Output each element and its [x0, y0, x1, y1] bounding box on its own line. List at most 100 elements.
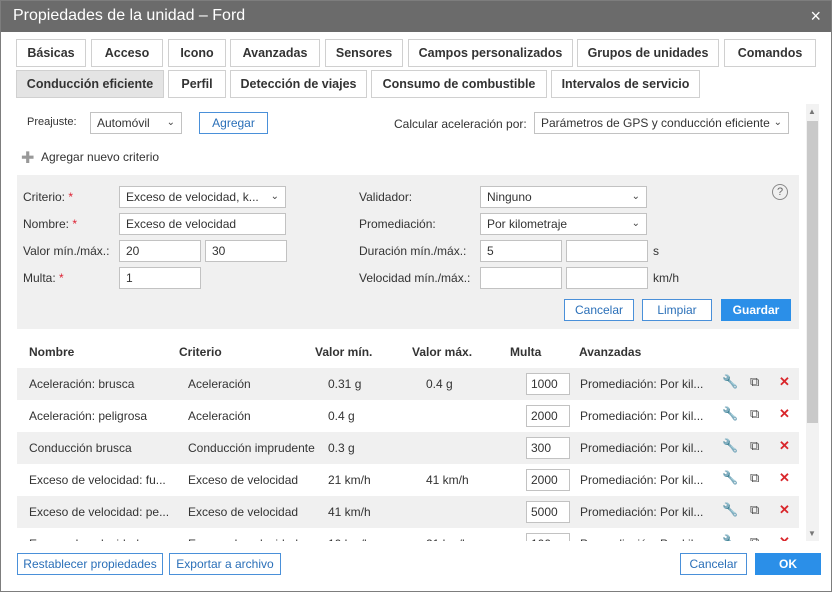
- content-scrollbar[interactable]: ▲ ▼: [806, 104, 819, 541]
- chevron-down-icon: ⌄: [270, 191, 279, 202]
- tab-grupos-de-unidades[interactable]: Grupos de unidades: [577, 39, 719, 67]
- reset-properties-button[interactable]: Restablecer propiedades: [17, 553, 163, 575]
- tab-avanzadas[interactable]: Avanzadas: [230, 39, 320, 67]
- min-value-input[interactable]: 20: [119, 240, 201, 262]
- tab-conduccion-eficiente[interactable]: Conducción eficiente: [16, 70, 164, 98]
- copy-icon[interactable]: ⧉: [750, 406, 759, 422]
- wrench-icon[interactable]: 🔧: [722, 502, 738, 518]
- row-fine-input[interactable]: 1000: [526, 373, 570, 395]
- speed-max-input[interactable]: [566, 267, 648, 289]
- row-advanced: Promediación: Por kil...: [580, 537, 710, 541]
- row-name: Conducción brusca: [29, 441, 132, 455]
- dialog-title: Propiedades de la unidad – Ford: [13, 7, 246, 24]
- validator-label: Validador:: [359, 190, 413, 204]
- speed-label: Velocidad mín./máx.:: [359, 271, 471, 285]
- form-clear-button[interactable]: Limpiar: [642, 299, 712, 321]
- eco-driving-content: Preajuste: Automóvil ⌄ Agregar Calcular …: [17, 104, 803, 541]
- fine-input[interactable]: 1: [119, 267, 201, 289]
- table-row[interactable]: Conducción brusca Conducción imprudente 0.…: [17, 432, 799, 464]
- col-avanzadas[interactable]: Avanzadas: [579, 345, 641, 359]
- row-min: 0.4 g: [328, 409, 355, 423]
- name-input[interactable]: Exceso de velocidad: [119, 213, 286, 235]
- tab-icono[interactable]: Icono: [168, 39, 226, 67]
- form-cancel-button[interactable]: Cancelar: [564, 299, 634, 321]
- wrench-icon[interactable]: 🔧: [722, 406, 738, 422]
- speed-unit: km/h: [653, 271, 680, 285]
- duration-max-input[interactable]: [566, 240, 648, 262]
- criteria-table-header: Nombre Criterio Valor mín. Valor máx. Mu…: [17, 336, 799, 368]
- title-bar: Propiedades de la unidad – Ford ×: [1, 1, 831, 32]
- scroll-up-icon[interactable]: ▲: [808, 107, 816, 116]
- export-to-file-button[interactable]: Exportar a archivo: [169, 553, 281, 575]
- delete-icon[interactable]: ✕: [779, 438, 790, 454]
- delete-icon[interactable]: ✕: [779, 534, 790, 541]
- calc-acceleration-label: Calcular aceleración por:: [394, 117, 527, 131]
- minmax-label: Valor mín./máx.:: [23, 244, 110, 258]
- scroll-down-icon[interactable]: ▼: [808, 529, 816, 538]
- tab-deteccion-de-viajes[interactable]: Detección de viajes: [230, 70, 367, 98]
- chevron-down-icon: ⌄: [166, 117, 175, 128]
- table-row[interactable]: Exceso de velocidad: no... Exceso de velo…: [17, 528, 799, 541]
- calc-acceleration-select[interactable]: Parámetros de GPS y conducción eficiente…: [534, 112, 789, 134]
- tab-consumo-de-combustible[interactable]: Consumo de combustible: [371, 70, 547, 98]
- col-criterio[interactable]: Criterio: [179, 345, 222, 359]
- tab-basicas[interactable]: Básicas: [16, 39, 86, 67]
- max-value-input[interactable]: 30: [205, 240, 287, 262]
- form-save-button[interactable]: Guardar: [721, 299, 791, 321]
- speed-min-input[interactable]: [480, 267, 562, 289]
- col-valor-max[interactable]: Valor máx.: [412, 345, 472, 359]
- fine-label: Multa: *: [23, 271, 64, 285]
- wrench-icon[interactable]: 🔧: [722, 470, 738, 486]
- row-fine-input[interactable]: 2000: [526, 405, 570, 427]
- criterion-select[interactable]: Exceso de velocidad, k... ⌄: [119, 186, 286, 208]
- tab-intervalos-de-servicio[interactable]: Intervalos de servicio: [551, 70, 700, 98]
- validator-select[interactable]: Ninguno ⌄: [480, 186, 647, 208]
- preset-label: Preajuste:: [27, 116, 77, 128]
- tab-perfil[interactable]: Perfil: [168, 70, 226, 98]
- calc-acceleration-value: Parámetros de GPS y conducción eficiente: [541, 116, 770, 130]
- wrench-icon[interactable]: 🔧: [722, 374, 738, 390]
- averaging-value: Por kilometraje: [487, 217, 568, 231]
- preset-select[interactable]: Automóvil ⌄: [90, 112, 182, 134]
- delete-icon[interactable]: ✕: [779, 470, 790, 486]
- tab-sensores[interactable]: Sensores: [325, 39, 403, 67]
- close-icon[interactable]: ×: [810, 6, 821, 26]
- cancel-button[interactable]: Cancelar: [680, 553, 747, 575]
- help-icon[interactable]: ?: [772, 184, 788, 200]
- row-fine-input[interactable]: 2000: [526, 469, 570, 491]
- chevron-down-icon: ⌄: [773, 117, 782, 128]
- col-nombre[interactable]: Nombre: [29, 345, 74, 359]
- delete-icon[interactable]: ✕: [779, 406, 790, 422]
- delete-icon[interactable]: ✕: [779, 374, 790, 390]
- duration-min-input[interactable]: 5: [480, 240, 562, 262]
- scrollbar-thumb[interactable]: [807, 121, 818, 423]
- row-min: 10 km/h: [328, 537, 408, 541]
- copy-icon[interactable]: ⧉: [750, 502, 759, 518]
- duration-unit: s: [653, 244, 659, 258]
- add-criterion-link[interactable]: Agregar nuevo criterio: [41, 150, 159, 164]
- copy-icon[interactable]: ⧉: [750, 470, 759, 486]
- chevron-down-icon: ⌄: [631, 191, 640, 202]
- table-row[interactable]: Aceleración: brusca Aceleración 0.31 g 0.4 …: [17, 368, 799, 400]
- col-valor-min[interactable]: Valor mín.: [315, 345, 372, 359]
- delete-icon[interactable]: ✕: [779, 502, 790, 518]
- tab-campos-personalizados[interactable]: Campos personalizados: [408, 39, 573, 67]
- table-row[interactable]: Aceleración: peligrosa Aceleración 0.4 g 20…: [17, 400, 799, 432]
- col-multa[interactable]: Multa: [510, 345, 541, 359]
- wrench-icon[interactable]: 🔧: [722, 438, 738, 454]
- row-fine-input[interactable]: 5000: [526, 501, 570, 523]
- row-advanced: Promediación: Por kil...: [580, 505, 704, 519]
- tab-comandos[interactable]: Comandos: [724, 39, 816, 67]
- ok-button[interactable]: OK: [755, 553, 821, 575]
- copy-icon[interactable]: ⧉: [750, 438, 759, 454]
- wrench-icon[interactable]: 🔧: [722, 534, 738, 541]
- averaging-select[interactable]: Por kilometraje ⌄: [480, 213, 647, 235]
- tab-acceso[interactable]: Acceso: [91, 39, 163, 67]
- row-fine-input[interactable]: 300: [526, 437, 570, 459]
- add-preset-button[interactable]: Agregar: [199, 112, 268, 134]
- table-row[interactable]: Exceso de velocidad: fu... Exceso de velo…: [17, 464, 799, 496]
- copy-icon[interactable]: ⧉: [750, 534, 759, 541]
- copy-icon[interactable]: ⧉: [750, 374, 759, 390]
- table-row[interactable]: Exceso de velocidad: pe... Exceso de velo…: [17, 496, 799, 528]
- row-fine-input[interactable]: 100: [526, 533, 570, 541]
